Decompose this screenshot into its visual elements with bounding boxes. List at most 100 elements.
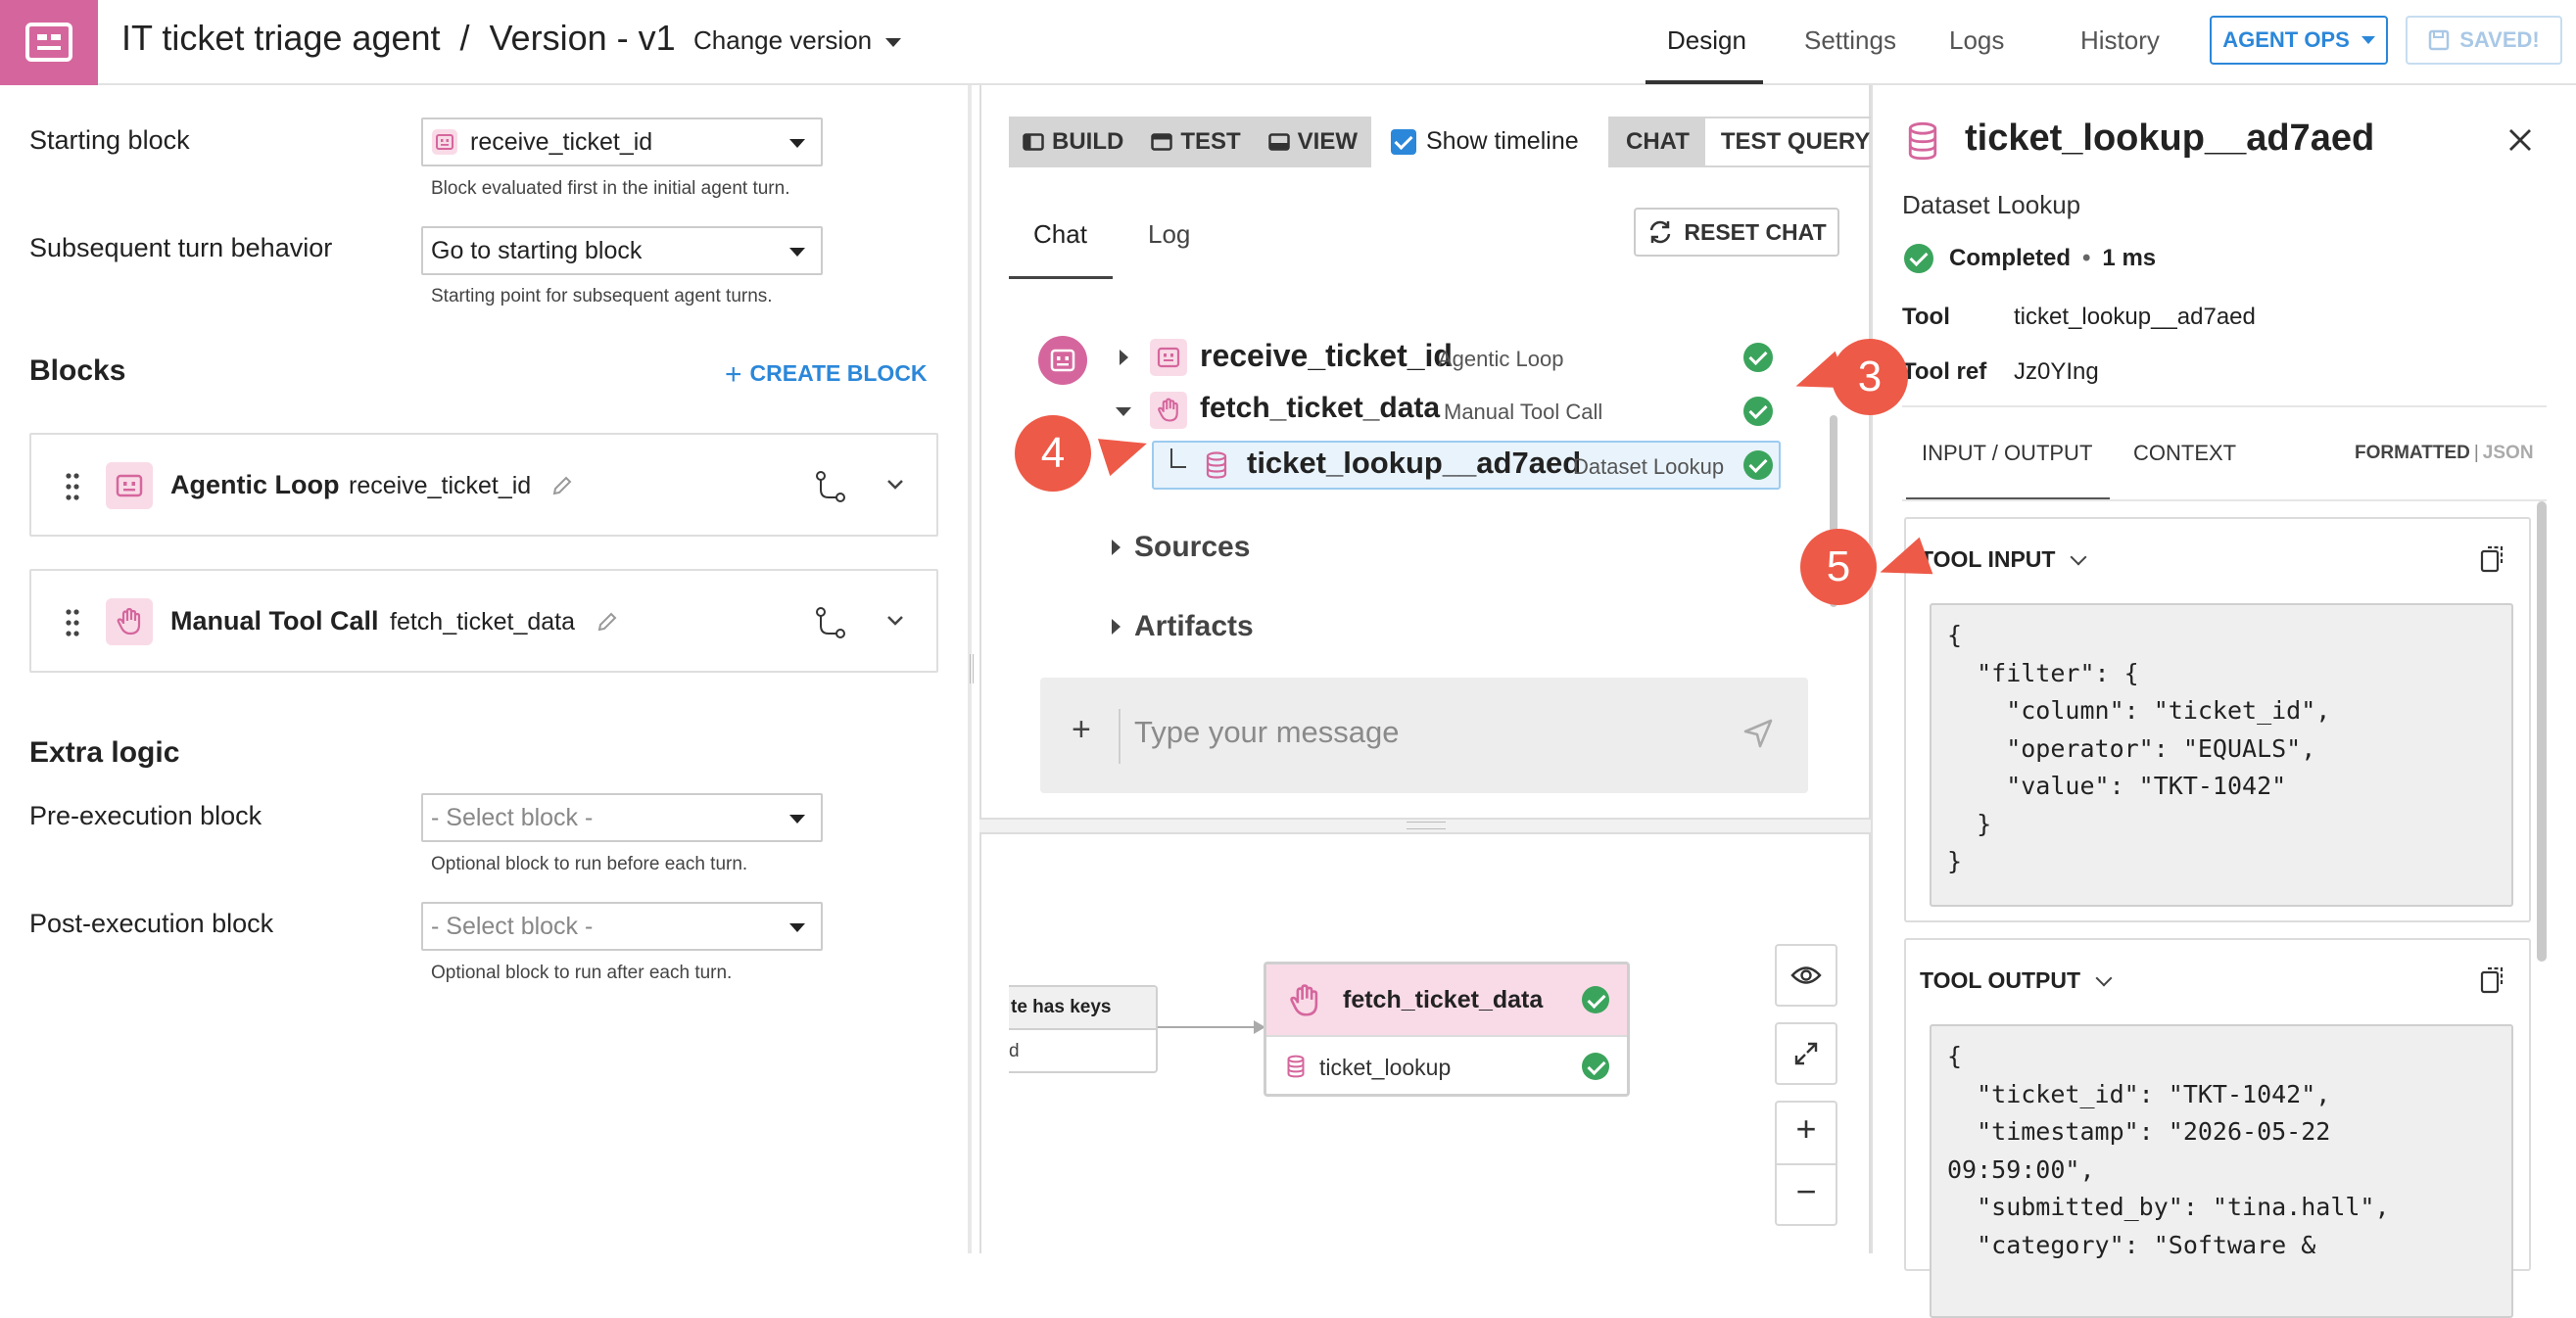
duration-text: 1 ms: [2102, 245, 2157, 271]
caret-down-icon: [789, 139, 805, 148]
flow-connection-icon[interactable]: [815, 606, 846, 639]
status-line: Completed • 1 ms: [1949, 245, 2156, 272]
add-attachment-button[interactable]: +: [1072, 711, 1091, 749]
flow-node-header: te has keys: [1009, 987, 1156, 1030]
tool-output-header[interactable]: TOOL OUTPUT: [1920, 967, 2113, 994]
pencil-icon[interactable]: [550, 474, 574, 497]
saved-button[interactable]: SAVED!: [2406, 16, 2562, 65]
breadcrumb: IT ticket triage agent / Version - v1: [121, 18, 676, 59]
status-separator: •: [2082, 245, 2091, 271]
copy-icon[interactable]: [2480, 544, 2505, 574]
expand-arrow-icon[interactable]: [1120, 350, 1128, 365]
tab-settings[interactable]: Settings: [1804, 25, 1896, 56]
subtab-log[interactable]: Log: [1148, 219, 1190, 250]
view-mode-label: VIEW: [1297, 128, 1359, 155]
zoom-in-button[interactable]: +: [1777, 1108, 1836, 1150]
tool-output-code: { "ticket_id": "TKT-1042", "timestamp": …: [1930, 1024, 2513, 1318]
plus-icon: +: [725, 358, 742, 391]
checkbox-checked-icon[interactable]: [1391, 128, 1416, 155]
expand-arrow-icon[interactable]: [1112, 540, 1121, 555]
chevron-down-icon[interactable]: [885, 478, 905, 492]
test-mode-button[interactable]: TEST: [1137, 117, 1254, 167]
change-version-dropdown[interactable]: Change version: [693, 25, 902, 56]
tab-input-output[interactable]: INPUT / OUTPUT: [1922, 441, 2092, 466]
blocks-title: Blocks: [29, 354, 126, 387]
scrollbar[interactable]: [2537, 501, 2547, 962]
chevron-down-icon: [2095, 969, 2113, 987]
formatted-toggle[interactable]: FORMATTED: [2355, 443, 2470, 463]
create-block-button[interactable]: + CREATE BLOCK: [725, 358, 928, 392]
json-toggle[interactable]: JSON: [2483, 443, 2534, 463]
tool-ref-label: Tool ref: [1902, 358, 1987, 385]
completed-check-icon: [1582, 1053, 1609, 1080]
build-icon: [1023, 133, 1044, 151]
sources-accordion[interactable]: Sources: [1134, 531, 1250, 564]
subsequent-turn-select[interactable]: Go to starting block: [421, 226, 823, 275]
close-icon[interactable]: [2507, 127, 2533, 153]
reset-chat-button[interactable]: RESET CHAT: [1634, 208, 1839, 257]
build-mode-button[interactable]: BUILD: [1009, 117, 1137, 167]
completed-check-icon: [1743, 343, 1773, 372]
tab-design[interactable]: Design: [1667, 25, 1746, 56]
block-card-manual-tool-call[interactable]: Manual Tool Call fetch_ticket_data: [29, 569, 938, 673]
caret-down-icon: [885, 37, 902, 47]
app-logo[interactable]: [0, 0, 98, 85]
timeline-step-name[interactable]: receive_ticket_id: [1200, 338, 1453, 374]
chat-toggle-button[interactable]: CHAT: [1610, 118, 1705, 165]
pencil-icon[interactable]: [596, 610, 619, 634]
chat-query-toggle: CHAT TEST QUERY: [1608, 117, 1888, 167]
test-mode-label: TEST: [1180, 128, 1241, 155]
flow-connection-icon[interactable]: [815, 470, 846, 503]
change-version-label: Change version: [693, 25, 873, 55]
resize-handle[interactable]: [1407, 822, 1446, 829]
artifacts-accordion[interactable]: Artifacts: [1134, 610, 1254, 643]
timeline-step-name[interactable]: fetch_ticket_data: [1200, 392, 1440, 425]
tool-input-header[interactable]: TOOL INPUT: [1920, 546, 2087, 573]
completed-check-icon: [1743, 450, 1773, 480]
zoom-controls: + −: [1775, 1101, 1837, 1226]
resize-handle[interactable]: [970, 654, 974, 683]
tree-connector: [1170, 448, 1186, 468]
send-icon[interactable]: [1741, 717, 1775, 750]
subtab-chat-underline: [1009, 276, 1113, 279]
flow-node-fetch-ticket-data[interactable]: fetch_ticket_data ticket_lookup: [1264, 962, 1630, 1097]
pre-execution-select[interactable]: - Select block -: [421, 793, 823, 842]
flow-node-previous[interactable]: te has keys d: [1009, 985, 1158, 1073]
block-card-agentic-loop[interactable]: Agentic Loop receive_ticket_id: [29, 433, 938, 537]
agent-ops-button[interactable]: AGENT OPS: [2210, 16, 2388, 65]
zoom-out-button[interactable]: −: [1777, 1171, 1836, 1212]
collapse-arrow-icon[interactable]: [1116, 407, 1131, 416]
chevron-down-icon[interactable]: [885, 614, 905, 628]
post-execution-select[interactable]: - Select block -: [421, 902, 823, 951]
show-timeline-label: Show timeline: [1426, 127, 1579, 155]
copy-icon[interactable]: [2480, 965, 2505, 995]
tab-logs[interactable]: Logs: [1949, 25, 2004, 56]
toggle-visibility-button[interactable]: [1775, 944, 1837, 1007]
flow-node-header: fetch_ticket_data: [1266, 965, 1627, 1037]
status-text: Completed: [1949, 245, 2072, 271]
tool-label: Tool: [1902, 304, 1950, 330]
agent-ops-label: AGENT OPS: [2222, 27, 2350, 52]
drag-handle-icon[interactable]: [65, 472, 80, 501]
zoom-divider: [1777, 1163, 1836, 1165]
tab-history[interactable]: History: [2080, 25, 2160, 56]
caret-down-icon: [789, 923, 805, 932]
format-separator: |: [2473, 443, 2479, 463]
view-mode-button[interactable]: VIEW: [1255, 117, 1371, 167]
flow-edge: [1158, 1026, 1262, 1028]
message-input[interactable]: Type your message: [1134, 715, 1400, 750]
drag-handle-icon[interactable]: [65, 608, 80, 637]
starting-block-select[interactable]: receive_ticket_id: [421, 118, 823, 166]
timeline-step-name[interactable]: ticket_lookup__ad7aed: [1247, 446, 1581, 481]
test-query-toggle-button[interactable]: TEST QUERY: [1705, 118, 1885, 165]
subtab-chat[interactable]: Chat: [1033, 219, 1087, 250]
show-timeline-checkbox[interactable]: Show timeline: [1391, 127, 1579, 156]
eye-icon: [1790, 966, 1822, 984]
caret-down-icon: [789, 815, 805, 824]
database-icon: [1908, 121, 1937, 161]
caret-down-icon: [789, 248, 805, 257]
expand-arrow-icon[interactable]: [1112, 619, 1121, 635]
starting-block-label: Starting block: [29, 125, 190, 155]
tab-context[interactable]: CONTEXT: [2133, 441, 2236, 466]
fit-view-button[interactable]: [1775, 1022, 1837, 1085]
